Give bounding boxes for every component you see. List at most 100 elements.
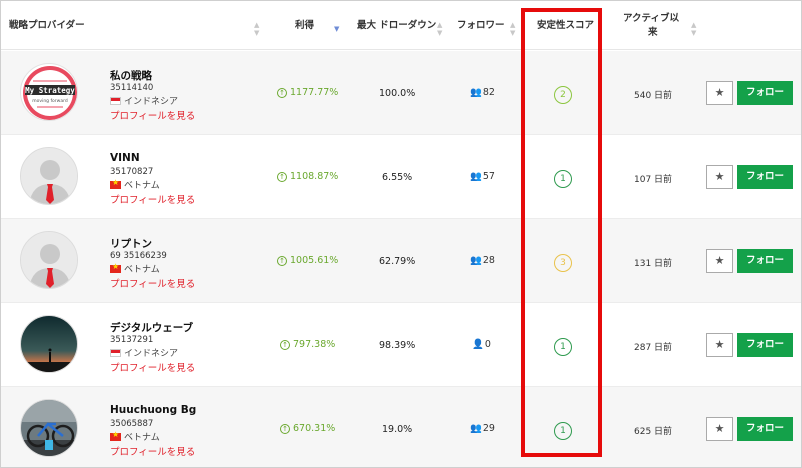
country-name: ベトナム: [124, 433, 160, 443]
drawdown-value: 19.0%: [382, 424, 413, 435]
followers-text: 28: [482, 255, 495, 266]
arrow-up-icon: ↑: [280, 339, 290, 350]
country: ベトナム: [110, 430, 160, 443]
view-profile-link[interactable]: プロフィールを見る: [110, 192, 195, 206]
drawdown-value: 6.55%: [382, 172, 413, 183]
profit-text: 797.38%: [293, 339, 336, 350]
favorite-star-button[interactable]: ★: [706, 333, 733, 357]
my-strategy-logo[interactable]: My Strategy moving forward: [20, 63, 78, 121]
country: インドネシア: [110, 346, 178, 359]
account-number: 35065887: [110, 419, 154, 429]
sort-icon[interactable]: ▲ ▼: [437, 21, 442, 37]
strategy-name[interactable]: Huuchuong Bg: [110, 404, 196, 416]
sort-icon[interactable]: ▲ ▼: [254, 21, 259, 37]
arrow-up-icon: ↑: [277, 255, 287, 266]
drawdown-value: 62.79%: [379, 256, 416, 267]
strategy-name[interactable]: リプトン: [110, 236, 152, 251]
account-number: 35170827: [110, 167, 154, 177]
sort-icon[interactable]: ▲ ▼: [510, 21, 515, 37]
account-number: 35114140: [110, 83, 154, 93]
country-name: インドネシア: [124, 97, 179, 107]
followers-text: 0: [484, 339, 491, 350]
favorite-star-button[interactable]: ★: [706, 417, 733, 441]
active-since: 287 日前: [634, 343, 673, 353]
profit-text: 1177.77%: [290, 87, 339, 98]
active-since: 107 日前: [634, 175, 673, 185]
profit-value: ↑ 1108.87%: [277, 171, 338, 182]
table-row: デジタルウェーブ 35137291 インドネシア プロフィールを見る ↑ 797.…: [1, 303, 801, 387]
column-header-profit[interactable]: 利得: [295, 19, 314, 32]
country-name: ベトナム: [124, 265, 160, 275]
column-header-provider[interactable]: 戦略プロバイダー: [9, 19, 85, 32]
strategy-name[interactable]: 私の戦略: [110, 68, 152, 83]
account-number: 69 35166239: [110, 251, 167, 261]
users-icon: 👥: [470, 255, 482, 266]
vietnam-flag-icon: [110, 262, 121, 273]
table-row: My Strategy moving forward 私の戦略 35114140…: [1, 51, 801, 135]
favorite-star-button[interactable]: ★: [706, 81, 733, 105]
followers-count: 👥 57: [470, 171, 495, 182]
users-icon: 👥: [470, 171, 482, 182]
drawdown-value: 98.39%: [379, 340, 416, 351]
arrow-up-icon: ↑: [277, 87, 287, 98]
users-icon: 👥: [470, 87, 482, 98]
favorite-star-button[interactable]: ★: [706, 165, 733, 189]
view-profile-link[interactable]: プロフィールを見る: [110, 276, 195, 290]
country: ベトナム: [110, 262, 160, 275]
default-user-avatar[interactable]: [20, 147, 78, 205]
follow-button[interactable]: フォロー: [737, 165, 793, 189]
country: ベトナム: [110, 178, 160, 191]
view-profile-link[interactable]: プロフィールを見る: [110, 444, 195, 458]
profit-value: ↑ 797.38%: [280, 339, 335, 350]
account-number: 35137291: [110, 335, 154, 345]
profit-text: 670.31%: [293, 423, 336, 434]
favorite-star-button[interactable]: ★: [706, 249, 733, 273]
followers-text: 57: [482, 171, 495, 182]
table-row: VINN 35170827 ベトナム プロフィールを見る ↑1108.87% 6…: [1, 135, 801, 219]
profit-text: 1108.87%: [290, 171, 339, 182]
arrow-up-icon: ↑: [277, 171, 287, 182]
drawdown-value: 100.0%: [379, 88, 416, 99]
active-since: 540 日前: [634, 91, 673, 101]
column-header-active-line2: 来: [648, 27, 658, 38]
table-header: 戦略プロバイダー ▲ ▼ 利得 ▼ 最大 ドローダウン ▲ ▼ フォロワー ▲ ▼ 安…: [1, 1, 801, 50]
followers-text: 29: [482, 423, 495, 434]
active-since: 625 日前: [634, 427, 673, 437]
strategy-name[interactable]: デジタルウェーブ: [110, 320, 193, 335]
followers-count: 👥 29: [470, 423, 495, 434]
strategy-name[interactable]: VINN: [110, 152, 140, 164]
follow-button[interactable]: フォロー: [737, 249, 793, 273]
night-landscape-photo[interactable]: [20, 315, 78, 373]
country-name: ベトナム: [124, 181, 160, 191]
column-header-followers[interactable]: フォロワー: [457, 19, 505, 32]
bicycle-photo[interactable]: [20, 399, 78, 457]
default-user-avatar[interactable]: [20, 231, 78, 289]
table-row: リプトン 69 35166239 ベトナム プロフィールを見る ↑1005.61…: [1, 219, 801, 303]
follow-button[interactable]: フォロー: [737, 417, 793, 441]
follow-button[interactable]: フォロー: [737, 333, 793, 357]
sort-desc-icon[interactable]: ▼: [334, 25, 339, 33]
column-header-drawdown[interactable]: 最大 ドローダウン: [357, 19, 436, 32]
vietnam-flag-icon: [110, 430, 121, 441]
indonesia-flag-icon: [110, 348, 121, 357]
users-icon: 👥: [470, 423, 482, 434]
profit-value: ↑ 1177.77%: [277, 87, 338, 98]
stability-column-highlight: [521, 8, 602, 457]
vietnam-flag-icon: [110, 178, 121, 189]
profit-value: ↑ 670.31%: [280, 423, 335, 434]
followers-text: 82: [482, 87, 495, 98]
active-since: 131 日前: [634, 259, 673, 269]
country-name: インドネシア: [124, 349, 179, 359]
country: インドネシア: [110, 94, 178, 107]
logo-tagline: moving forward: [32, 98, 68, 104]
sort-icon[interactable]: ▲ ▼: [691, 21, 696, 37]
user-icon: 👤: [472, 339, 484, 350]
indonesia-flag-icon: [110, 96, 121, 105]
followers-count: 👥 82: [470, 87, 495, 98]
followers-count: 👥 28: [470, 255, 495, 266]
profit-text: 1005.61%: [290, 255, 339, 266]
column-header-active[interactable]: アクティブ以: [623, 12, 679, 25]
view-profile-link[interactable]: プロフィールを見る: [110, 108, 195, 122]
view-profile-link[interactable]: プロフィールを見る: [110, 360, 195, 374]
follow-button[interactable]: フォロー: [737, 81, 793, 105]
